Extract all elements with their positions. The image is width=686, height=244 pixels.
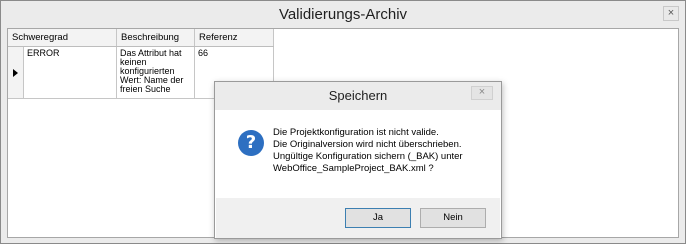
message-line: Die Originalversion wird nicht überschri… — [273, 139, 462, 150]
current-row-arrow-icon — [13, 69, 18, 77]
save-dialog: Speichern × ? Die Projektkonfiguration i… — [214, 81, 502, 239]
dialog-body: ? Die Projektkonfiguration ist nicht val… — [216, 110, 500, 198]
window-close-button[interactable]: × — [663, 6, 679, 21]
message-line: WebOffice_SampleProject_BAK.xml ? — [273, 163, 434, 174]
column-header-reference[interactable]: Referenz — [195, 29, 274, 46]
message-line: Die Projektkonfiguration ist nicht valid… — [273, 127, 439, 138]
yes-button[interactable]: Ja — [345, 208, 411, 228]
question-icon: ? — [238, 130, 264, 156]
dialog-close-button[interactable]: × — [471, 86, 493, 100]
no-button[interactable]: Nein — [420, 208, 486, 228]
grid-header: Schweregrad Beschreibung Referenz — [8, 29, 274, 47]
dialog-title: Speichern — [215, 82, 501, 110]
message-line: Ungültige Konfiguration sichern (_BAK) u… — [273, 151, 463, 162]
close-icon: × — [667, 7, 675, 19]
dialog-button-bar: Ja Nein — [216, 198, 500, 238]
cell-description[interactable]: Das Attribut hat keinen konfigurierten W… — [117, 47, 195, 98]
dialog-message: Die Projektkonfiguration ist nicht valid… — [273, 127, 495, 175]
cell-severity[interactable]: ERROR — [24, 47, 117, 98]
row-header[interactable] — [8, 47, 24, 98]
column-header-description[interactable]: Beschreibung — [117, 29, 195, 46]
close-icon: × — [478, 86, 486, 98]
window-title: Validierungs-Archiv — [1, 1, 685, 28]
column-header-severity[interactable]: Schweregrad — [8, 29, 117, 46]
